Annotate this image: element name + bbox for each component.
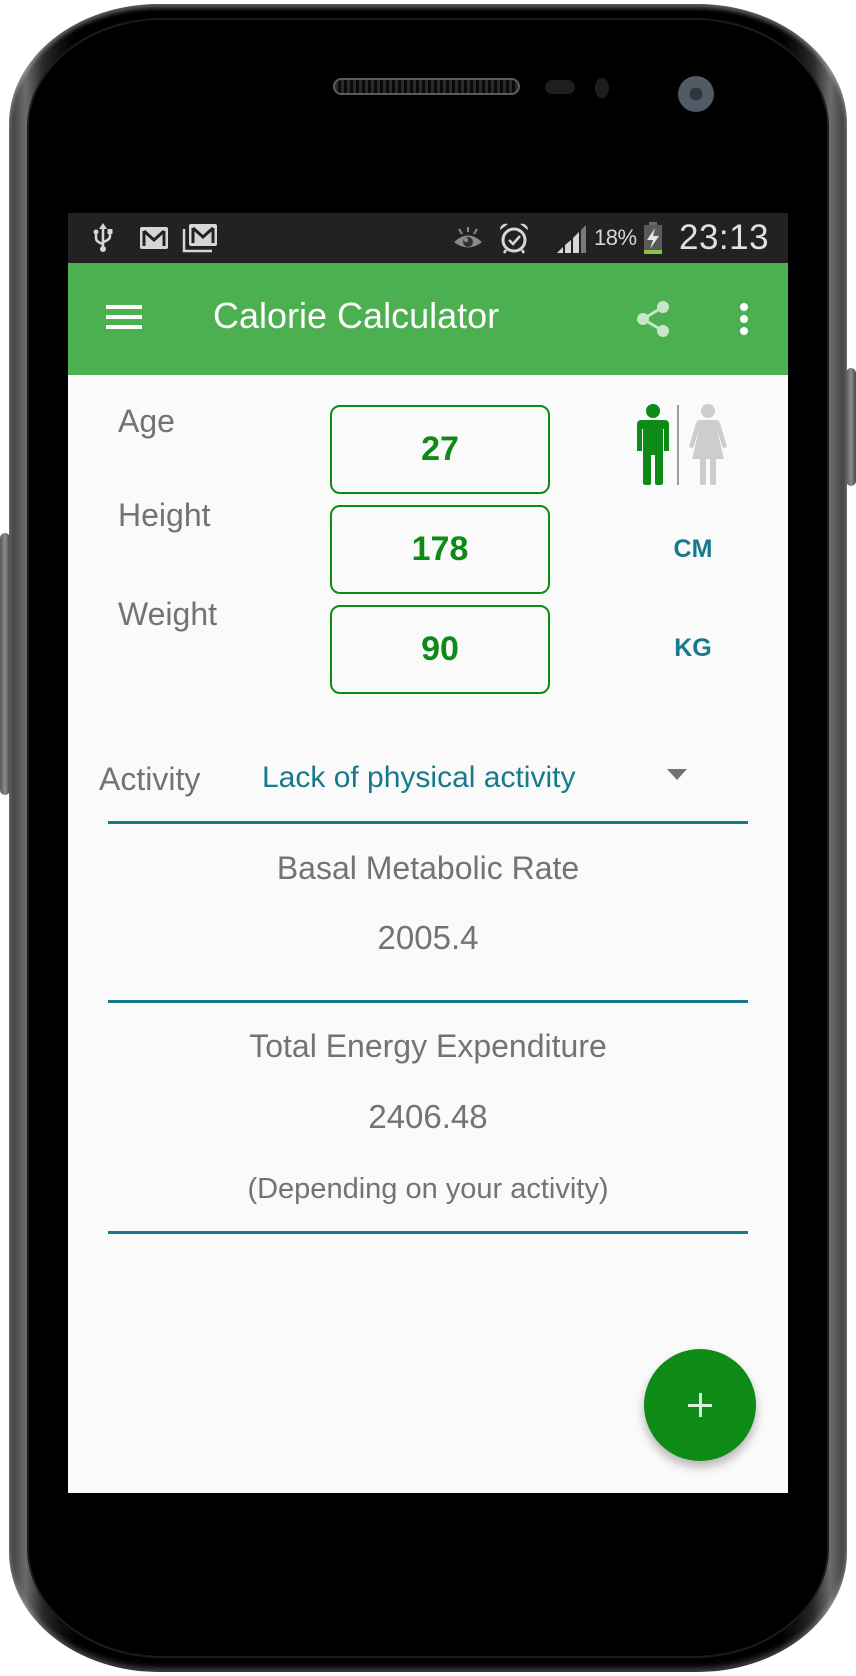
weight-unit[interactable]: KG [658,634,728,663]
weight-input[interactable]: 90 [330,605,550,694]
gmail-icon [138,223,170,253]
age-input[interactable]: 27 [330,405,550,494]
app-title: Calorie Calculator [213,295,500,336]
activity-selected-value: Lack of physical activity [262,761,576,794]
bmr-value: 2005.4 [377,919,479,956]
overflow-menu-icon[interactable] [732,297,756,341]
battery-charging-icon [642,222,664,254]
hamburger-menu-icon[interactable] [104,301,144,333]
smart-stay-eye-icon [452,223,484,253]
alarm-icon [498,223,530,254]
plus-icon [688,1393,712,1417]
bmr-title: Basal Metabolic Rate [276,850,580,886]
weight-label: Weight [118,596,218,632]
battery-percent: 18% [594,225,637,250]
activity-divider [108,821,748,824]
height-input[interactable]: 178 [330,505,550,594]
tee-divider [108,1231,748,1234]
earpiece-speaker [333,78,520,95]
app-bar: Calorie Calculator [68,263,788,375]
activity-label: Activity [99,761,201,797]
age-label: Age [118,403,175,439]
proximity-sensor [545,80,575,94]
gender-divider [677,405,679,485]
clock: 23:13 [679,218,770,257]
status-bar: 18% 23:13 [68,213,788,263]
screen: 18% 23:13 Calorie Calculator Age 27 Heig… [68,213,788,1493]
tee-value: 2406.48 [368,1098,488,1135]
gmail-multiple-icon [182,223,218,253]
light-sensor [595,78,609,98]
add-fab-button[interactable] [644,1349,756,1461]
male-gender-icon[interactable] [636,403,670,485]
activity-dropdown[interactable]: Lack of physical activity [254,753,654,805]
volume-button [0,533,10,795]
height-label: Height [118,497,211,533]
share-icon[interactable] [635,299,671,339]
signal-strength-icon [555,223,587,253]
front-camera [678,76,714,112]
height-unit[interactable]: CM [658,535,728,564]
power-button [846,368,856,486]
usb-icon [92,223,114,253]
tee-title: Total Energy Expenditure [249,1028,607,1064]
dropdown-arrow-icon[interactable] [667,769,687,780]
female-gender-icon[interactable] [688,403,728,485]
bmr-divider [108,1000,748,1003]
tee-note: (Depending on your activity) [247,1173,609,1205]
